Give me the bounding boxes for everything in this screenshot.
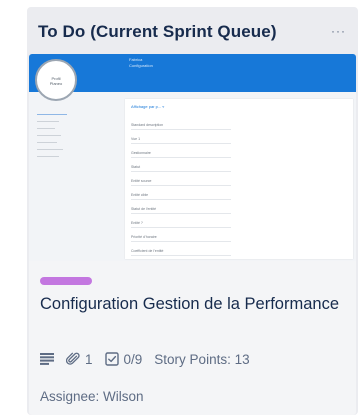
list-title[interactable]: To Do (Current Sprint Queue) <box>38 22 277 42</box>
task-card[interactable]: Fabrica Configuration Profil Planeo Affi… <box>29 54 356 415</box>
cover-field: Coefficient de l’entité <box>131 249 233 256</box>
checklist-progress: 0/9 <box>123 351 143 367</box>
cover-header-text: Fabrica Configuration <box>129 57 153 68</box>
card-label-purple[interactable] <box>40 277 92 285</box>
cover-field: Gestionnaire <box>131 151 231 158</box>
story-points-text: Story Points: 13 <box>154 351 250 367</box>
attachment-badge: 1 <box>66 352 93 367</box>
card-badges: 1 0/9 Story Points: 13 <box>40 349 262 369</box>
cover-field: Entité ? <box>131 221 230 228</box>
cover-field: Standard description <box>131 123 232 130</box>
cover-profile-avatar: Profil Planeo <box>35 59 77 101</box>
todo-list: To Do (Current Sprint Queue) ··· Fabrica… <box>27 7 358 415</box>
cover-panel-tabs: Affichage par p... ▿ <box>131 104 165 109</box>
cover-field: Statut de l’entité <box>131 207 232 214</box>
description-badge <box>40 353 54 365</box>
assignee-text: Assignee: Wilson <box>40 389 144 404</box>
list-menu-icon[interactable]: ··· <box>331 24 346 38</box>
cover-app-header: Fabrica Configuration <box>29 54 356 92</box>
card-cover-image: Fabrica Configuration Profil Planeo Affi… <box>29 54 356 261</box>
card-title[interactable]: Configuration Gestion de la Performance <box>40 292 340 316</box>
checklist-badge: 0/9 <box>104 351 143 367</box>
list-header: To Do (Current Sprint Queue) ··· <box>38 22 348 46</box>
cover-field: Entité cible <box>131 193 232 200</box>
cover-field: Entité source <box>131 179 234 186</box>
cover-sidebar <box>37 114 107 163</box>
paperclip-icon <box>66 352 80 365</box>
cover-field: Vue 1 <box>131 137 232 144</box>
cover-form-panel: Affichage par p... ▿ Standard descriptio… <box>125 99 353 259</box>
attachment-count: 1 <box>85 351 93 367</box>
cover-field: Statut <box>131 165 233 172</box>
checklist-icon <box>104 352 119 366</box>
cover-field: Priorité d’horaire <box>131 235 230 242</box>
description-icon <box>40 353 54 365</box>
story-points-badge: Story Points: 13 <box>154 352 249 367</box>
